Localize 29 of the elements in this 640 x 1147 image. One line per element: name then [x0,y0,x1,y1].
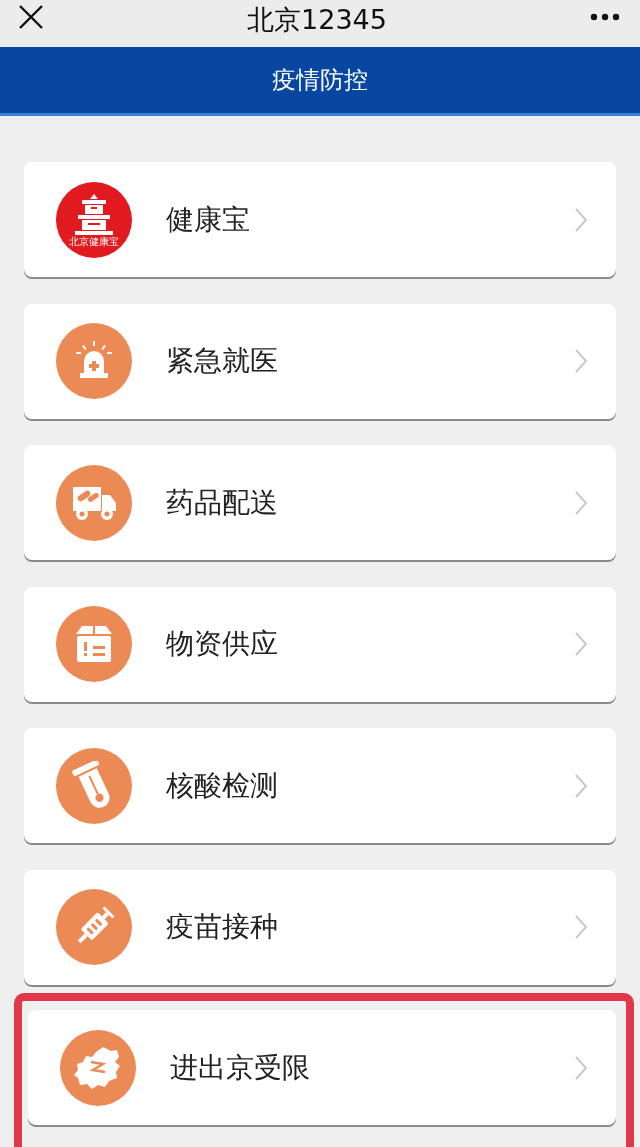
close-button[interactable] [18,3,44,30]
chevron-right-icon [574,631,588,657]
menu-card[interactable]: 核酸检测 [24,728,616,843]
menu-card[interactable]: 紧急就医 [24,303,616,419]
menu-label: 紧急就医 [166,343,279,379]
close-icon [18,3,44,30]
chevron-right-icon [574,206,588,233]
chevron-right-icon [574,914,588,940]
logo-caption: 北京健康宝 [69,237,119,247]
menu-label: 核酸检测 [166,767,279,804]
section-title: 疫情防控 [272,65,368,96]
menu-card[interactable]: 药品配送 [24,445,616,560]
more-button[interactable] [590,12,620,21]
menu-card[interactable]: 进出京受限 [28,1010,616,1125]
more-icon [590,12,620,21]
menu-label: 药品配送 [166,484,279,521]
menu-card[interactable]: 北京健康宝 健康宝 [24,162,616,277]
menu-label: 健康宝 [166,201,251,238]
menu-card[interactable]: 疫苗接种 [24,869,616,985]
temple-icon [72,192,116,236]
chevron-right-icon [574,489,588,516]
chevron-right-icon [574,348,588,374]
chevron-right-icon [574,1054,588,1081]
menu-label: 进出京受限 [170,1049,311,1086]
chevron-right-icon [574,772,588,799]
menu-card[interactable]: 物资供应 [24,586,616,702]
menu-label: 疫苗接种 [166,909,279,945]
page-title: 北京12345 [247,2,387,37]
menu-label: 物资供应 [166,626,279,662]
